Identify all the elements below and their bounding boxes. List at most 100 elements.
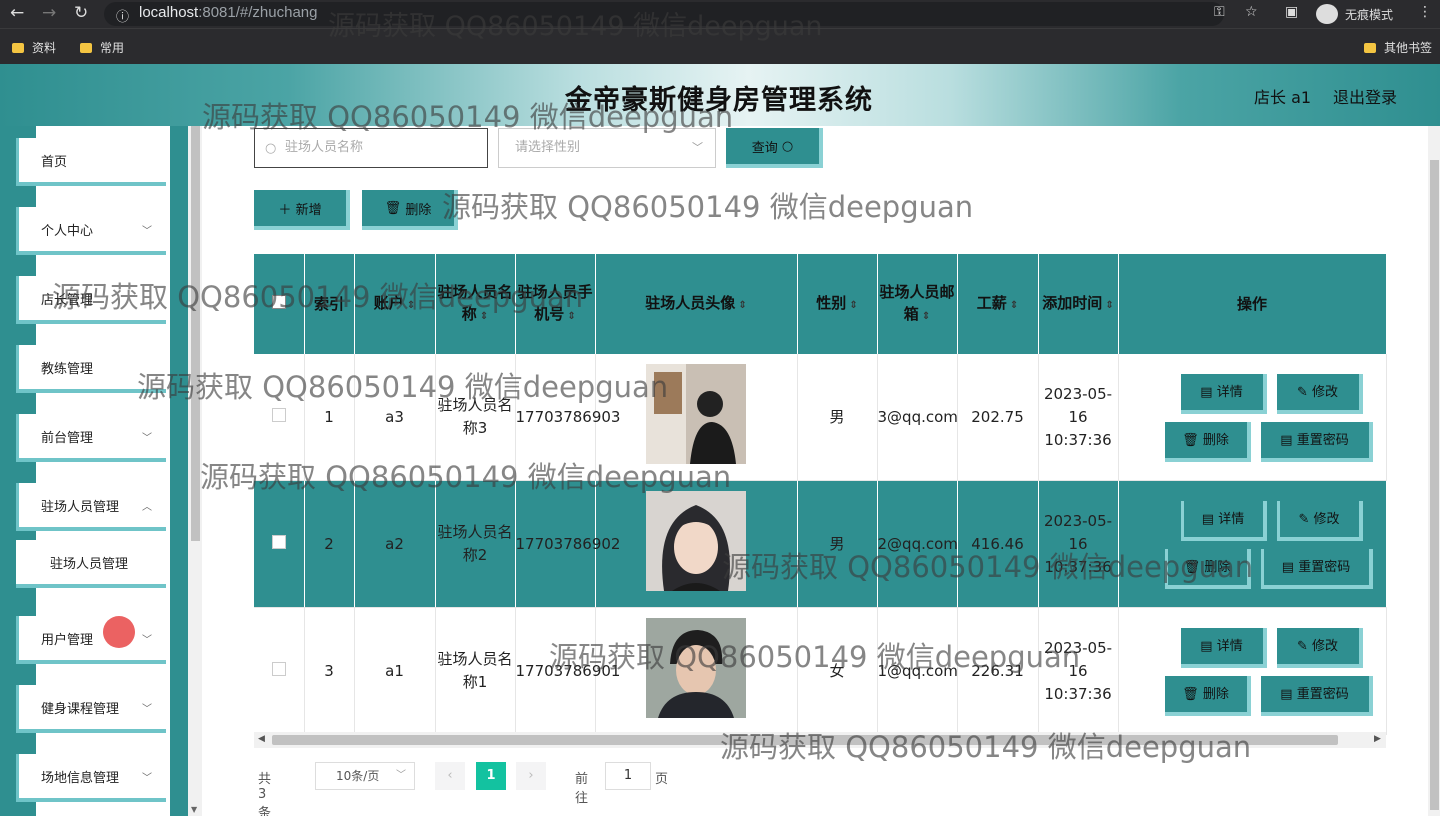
cell-email: 1@qq.com bbox=[877, 607, 958, 735]
delete-button[interactable]: 🗑 删除 bbox=[1164, 422, 1251, 462]
sidebar-item-courses[interactable]: 健身课程管理 ﹀ bbox=[16, 685, 166, 733]
gender-select[interactable]: 请选择性别 ﹀ bbox=[498, 128, 716, 168]
cell-avatar bbox=[595, 480, 798, 608]
sidebar-item-managers[interactable]: 店长管理 bbox=[16, 276, 166, 324]
add-button[interactable]: ＋ 新增 bbox=[254, 190, 350, 230]
sidebar-item-profile[interactable]: 个人中心 ﹀ bbox=[16, 207, 166, 255]
info-icon[interactable]: ⓘ bbox=[116, 6, 129, 25]
scroll-down-arrow-icon[interactable]: ▼ bbox=[191, 805, 197, 814]
avatar-image[interactable] bbox=[646, 490, 746, 591]
sidebar-item-users[interactable]: 用户管理 ﹀ bbox=[16, 616, 166, 664]
total-count: 共 3 条 bbox=[258, 772, 272, 816]
chevron-down-icon: ﹀ bbox=[142, 704, 152, 715]
column-header-gender[interactable]: 性别 ⇕ bbox=[797, 254, 878, 354]
table-row[interactable]: 3 a1 驻场人员名称1 17703786901 女 1@qq.com 226.… bbox=[254, 607, 1387, 735]
column-header-avatar[interactable]: 驻场人员头像 ⇕ bbox=[595, 254, 798, 354]
avatar-image[interactable] bbox=[646, 617, 746, 718]
next-page-button[interactable]: › bbox=[516, 762, 546, 790]
sidebar-item-home[interactable]: 首页 bbox=[16, 138, 166, 186]
sort-icon[interactable]: ⇕ bbox=[567, 311, 575, 322]
search-input[interactable]: ○ 驻场人员名称 bbox=[254, 128, 488, 168]
reset-password-button[interactable]: ▤ 重置密码 bbox=[1260, 549, 1373, 589]
delete-button[interactable]: 🗑 删除 bbox=[1164, 676, 1251, 716]
sidebar-item-reception[interactable]: 前台管理 ﹀ bbox=[16, 414, 166, 462]
sidebar-item-coaches[interactable]: 教练管理 bbox=[16, 345, 166, 393]
sidepanel-icon[interactable]: ▣ bbox=[1285, 4, 1298, 20]
key-icon[interactable]: ⚿ bbox=[1214, 4, 1225, 20]
reset-password-button[interactable]: ▤ 重置密码 bbox=[1260, 676, 1373, 716]
row-select-cell bbox=[254, 354, 305, 481]
cell-ops: ▤ 详情 ✎ 修改 🗑 删除 ▤ 重置密码 bbox=[1118, 354, 1387, 481]
sort-icon[interactable]: ⇕ bbox=[1010, 300, 1018, 311]
column-header-name[interactable]: 驻场人员名称 ⇕ bbox=[435, 254, 516, 354]
trash-icon: 🗑 bbox=[1183, 559, 1201, 575]
table-horizontal-scrollbar[interactable]: ◀ ▶ bbox=[254, 732, 1386, 748]
sort-icon[interactable]: ⇕ bbox=[922, 311, 930, 322]
main-scroll-thumb[interactable] bbox=[1430, 160, 1439, 810]
sort-icon[interactable]: ⇕ bbox=[849, 300, 857, 311]
sidebar-item-staff[interactable]: 驻场人员管理 ︿ bbox=[16, 483, 166, 531]
column-header-added[interactable]: 添加时间 ⇕ bbox=[1038, 254, 1119, 354]
sidebar-subitem-staff[interactable]: 驻场人员管理 bbox=[16, 540, 166, 588]
sidebar-item-venues[interactable]: 场地信息管理 ﹀ bbox=[16, 754, 166, 802]
chevron-right-icon: › bbox=[528, 768, 534, 783]
row-checkbox[interactable] bbox=[271, 534, 286, 549]
sort-icon[interactable]: ⇕ bbox=[480, 311, 488, 322]
scroll-left-arrow-icon[interactable]: ◀ bbox=[258, 734, 265, 744]
other-bookmarks[interactable]: 其他书签 bbox=[1364, 39, 1432, 56]
column-header-salary[interactable]: 工薪 ⇕ bbox=[957, 254, 1039, 354]
sidebar-scroll-thumb[interactable] bbox=[191, 126, 200, 541]
chevron-down-icon: ﹀ bbox=[692, 141, 703, 154]
star-icon[interactable]: ☆ bbox=[1245, 4, 1258, 20]
page-number-current[interactable]: 1 bbox=[476, 762, 506, 790]
batch-delete-button[interactable]: 🗑 删除 bbox=[362, 190, 458, 230]
reload-icon[interactable]: ↻ bbox=[74, 3, 88, 23]
bookmark-folder[interactable]: 资料 bbox=[12, 39, 56, 56]
logout-link[interactable]: 退出登录 bbox=[1333, 84, 1397, 108]
bookmark-folder[interactable]: 常用 bbox=[80, 39, 124, 56]
mouse-cursor-highlight bbox=[103, 616, 135, 648]
detail-button[interactable]: ▤ 详情 bbox=[1180, 501, 1267, 541]
menu-icon[interactable]: ⋮ bbox=[1418, 4, 1432, 20]
edit-button[interactable]: ✎ 修改 bbox=[1276, 374, 1363, 414]
column-header-account[interactable]: 账户 ⇕ bbox=[354, 254, 436, 354]
back-icon[interactable]: ← bbox=[10, 3, 24, 23]
scroll-right-arrow-icon[interactable]: ▶ bbox=[1374, 734, 1381, 744]
browser-toolbar: ← → ↻ ⓘ localhost:8081/#/zhuchang ⚿ ☆ ▣ … bbox=[0, 0, 1440, 28]
main-content: ○ 驻场人员名称 请选择性别 ﹀ 查询 ○ ＋ 新增 🗑 删除 索引 账户 ⇕ 驻… bbox=[202, 126, 1440, 816]
sort-icon[interactable]: ⇕ bbox=[407, 300, 415, 311]
edit-button[interactable]: ✎ 修改 bbox=[1276, 501, 1363, 541]
table-row[interactable]: 1 a3 驻场人员名称3 17703786903 男 3@qq.com 202.… bbox=[254, 354, 1387, 481]
row-checkbox[interactable] bbox=[271, 407, 286, 422]
url-text[interactable]: localhost:8081/#/zhuchang bbox=[139, 4, 317, 21]
reset-password-button[interactable]: ▤ 重置密码 bbox=[1260, 422, 1373, 462]
trash-icon: 🗑 bbox=[1182, 686, 1199, 702]
row-checkbox[interactable] bbox=[271, 661, 286, 676]
row-select-cell bbox=[254, 480, 305, 608]
chevron-down-icon: ﹀ bbox=[142, 433, 152, 444]
chevron-down-icon: ﹀ bbox=[142, 226, 152, 237]
cell-email: 2@qq.com bbox=[877, 480, 958, 608]
column-header-email[interactable]: 驻场人员邮箱 ⇕ bbox=[877, 254, 958, 354]
query-button[interactable]: 查询 ○ bbox=[726, 128, 823, 168]
page-size-select[interactable]: 10条/页 ﹀ bbox=[315, 762, 415, 790]
cell-avatar bbox=[595, 354, 798, 481]
cell-salary: 202.75 bbox=[957, 354, 1039, 481]
column-header-phone[interactable]: 驻场人员手机号 ⇕ bbox=[515, 254, 596, 354]
avatar-image[interactable] bbox=[646, 363, 746, 464]
prev-page-button[interactable]: ‹ bbox=[435, 762, 465, 790]
sort-icon[interactable]: ⇕ bbox=[1105, 300, 1113, 311]
sort-icon[interactable]: ⇕ bbox=[738, 300, 746, 311]
table-scroll-thumb[interactable] bbox=[272, 735, 1338, 745]
edit-button[interactable]: ✎ 修改 bbox=[1276, 628, 1363, 668]
cell-avatar bbox=[595, 607, 798, 735]
select-all-checkbox[interactable] bbox=[271, 295, 286, 309]
forward-icon[interactable]: → bbox=[42, 3, 56, 23]
detail-button[interactable]: ▤ 详情 bbox=[1180, 628, 1267, 668]
delete-button[interactable]: 🗑 删除 bbox=[1164, 549, 1251, 589]
table-row[interactable]: 2 a2 驻场人员名称2 17703786902 男 2@qq.com 416.… bbox=[254, 480, 1387, 608]
detail-button[interactable]: ▤ 详情 bbox=[1180, 374, 1267, 414]
cell-gender: 女 bbox=[797, 607, 878, 735]
folder-icon bbox=[12, 42, 24, 53]
goto-page-input[interactable]: 1 bbox=[605, 762, 651, 790]
